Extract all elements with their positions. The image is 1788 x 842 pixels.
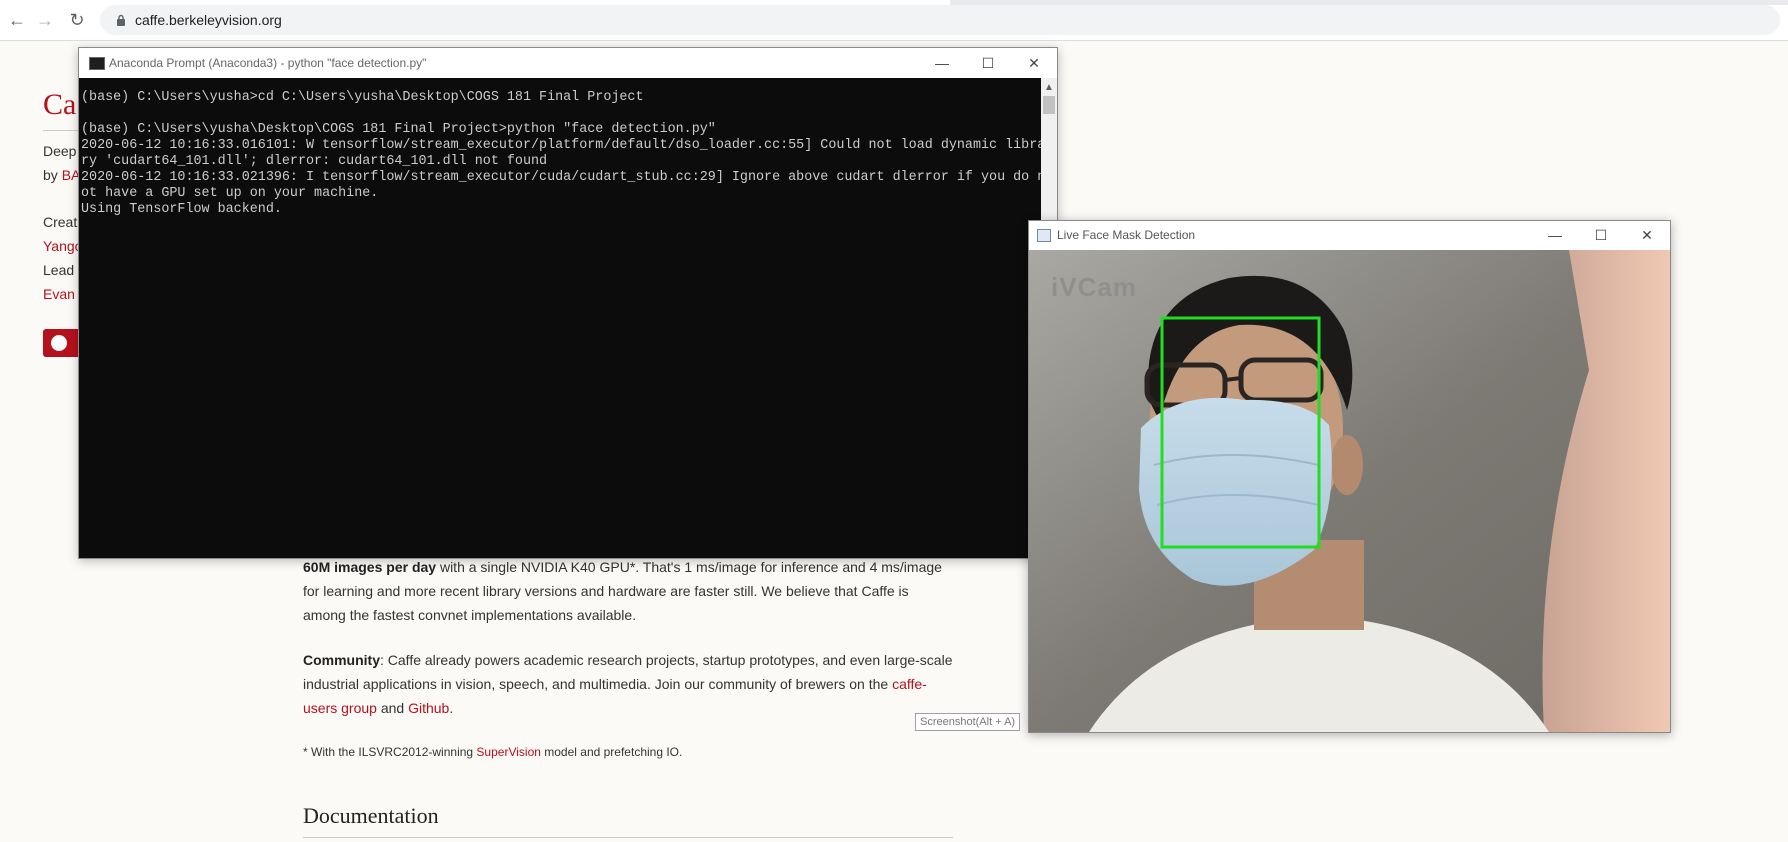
detection-maximize-button[interactable]: ☐ — [1578, 221, 1624, 250]
camera-feed: iVCam — [1029, 250, 1670, 732]
side-creator-label: Creat — [43, 214, 78, 230]
console-output-area[interactable]: (base) C:\Users\yusha>cd C:\Users\yusha\… — [79, 78, 1041, 558]
detection-titlebar[interactable]: Live Face Mask Detection — ☐ ✕ — [1029, 221, 1670, 250]
lock-icon — [117, 14, 125, 26]
supervision-link[interactable]: SuperVision — [476, 745, 541, 759]
face-mask-detection-window[interactable]: Live Face Mask Detection — ☐ ✕ iVCam — [1028, 220, 1671, 733]
back-arrow-icon[interactable]: ← — [6, 9, 28, 31]
console-minimize-button[interactable]: — — [919, 48, 965, 78]
community-paragraph: Community: Caffe already powers academic… — [303, 648, 953, 720]
scroll-up-arrow-icon[interactable]: ▲ — [1044, 82, 1054, 93]
detection-minimize-button[interactable]: — — [1532, 221, 1578, 250]
detection-close-button[interactable]: ✕ — [1624, 221, 1670, 250]
ivcam-watermark: iVCam — [1051, 272, 1137, 302]
scroll-thumb[interactable] — [1043, 96, 1055, 114]
title-divider — [43, 130, 83, 131]
footnote: * With the ILSVRC2012-winning SuperVisio… — [303, 745, 682, 759]
footnote-suffix: model and prefetching IO. — [540, 745, 683, 759]
address-bar[interactable]: caffe.berkeleyvision.org — [100, 5, 1780, 35]
detection-title: Live Face Mask Detection — [1057, 228, 1196, 242]
byline-prefix: by — [43, 167, 62, 183]
community-bold: Community — [303, 652, 380, 668]
console-output-text: (base) C:\Users\yusha>cd C:\Users\yusha\… — [81, 90, 1041, 217]
reload-icon[interactable]: ↻ — [66, 9, 88, 31]
footnote-prefix: * With the ILSVRC2012-winning — [303, 745, 477, 759]
documentation-heading: Documentation — [303, 803, 439, 828]
community-end: . — [449, 700, 454, 716]
detection-app-icon — [1037, 229, 1051, 242]
side-lead-label: Lead — [43, 262, 75, 278]
side-byline: by BA — [43, 167, 80, 183]
github-icon — [51, 335, 67, 351]
url-text: caffe.berkeleyvision.org — [135, 12, 282, 28]
speed-bold: 60M images per day — [303, 559, 437, 575]
community-and: and — [376, 700, 409, 716]
console-title: Anaconda Prompt (Anaconda3) - python "fa… — [109, 56, 427, 70]
github-link[interactable]: Github — [408, 700, 449, 716]
anaconda-prompt-window[interactable]: Anaconda Prompt (Anaconda3) - python "fa… — [78, 47, 1058, 559]
creator-link[interactable]: Yango — [43, 238, 82, 254]
site-title[interactable]: Ca — [43, 88, 76, 122]
camera-frame-image — [1029, 250, 1670, 732]
community-text: : Caffe already powers academic research… — [303, 652, 953, 692]
heading-divider — [303, 837, 953, 838]
speed-paragraph: 60M images per day with a single NVIDIA … — [303, 555, 953, 627]
github-button[interactable] — [43, 329, 83, 357]
console-maximize-button[interactable]: ☐ — [965, 48, 1011, 78]
console-close-button[interactable]: ✕ — [1011, 48, 1057, 78]
console-app-icon — [89, 57, 105, 70]
forward-arrow-icon[interactable]: → — [34, 9, 56, 31]
lead-link[interactable]: Evan — [43, 286, 75, 302]
screenshot-tooltip: Screenshot(Alt + A) — [915, 713, 1021, 731]
side-tagline: Deep — [43, 143, 77, 159]
console-titlebar[interactable]: Anaconda Prompt (Anaconda3) - python "fa… — [79, 48, 1057, 78]
browser-toolbar: ← → ↻ caffe.berkeleyvision.org — [0, 0, 1788, 41]
